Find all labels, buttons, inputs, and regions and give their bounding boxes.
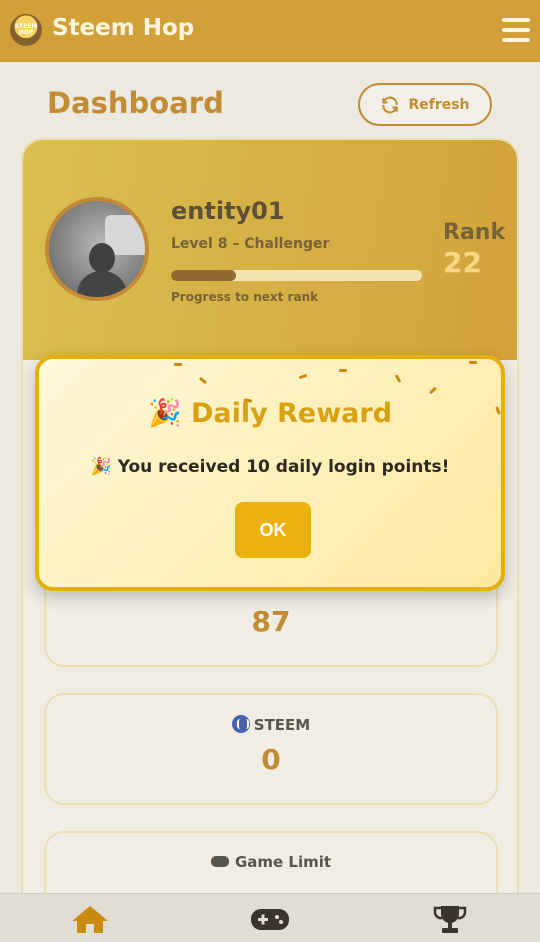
party-popper-icon: 🎉 xyxy=(147,398,182,429)
dialog-message: 🎉 You received 10 daily login points! xyxy=(39,457,501,477)
dialog-title: 🎉 Daily Reward xyxy=(39,397,501,429)
party-popper-icon: 🎉 xyxy=(90,457,112,477)
home-icon[interactable] xyxy=(70,904,110,934)
daily-reward-dialog: 🎉 Daily Reward 🎉 You received 10 daily l… xyxy=(35,355,505,591)
dialog-title-text: Daily Reward xyxy=(190,398,393,429)
bottom-nav xyxy=(0,893,540,942)
ok-button[interactable]: OK xyxy=(235,502,311,558)
gamepad-icon[interactable] xyxy=(250,904,290,934)
dialog-message-text: You received 10 daily login points! xyxy=(117,457,450,477)
trophy-icon[interactable] xyxy=(430,904,470,934)
